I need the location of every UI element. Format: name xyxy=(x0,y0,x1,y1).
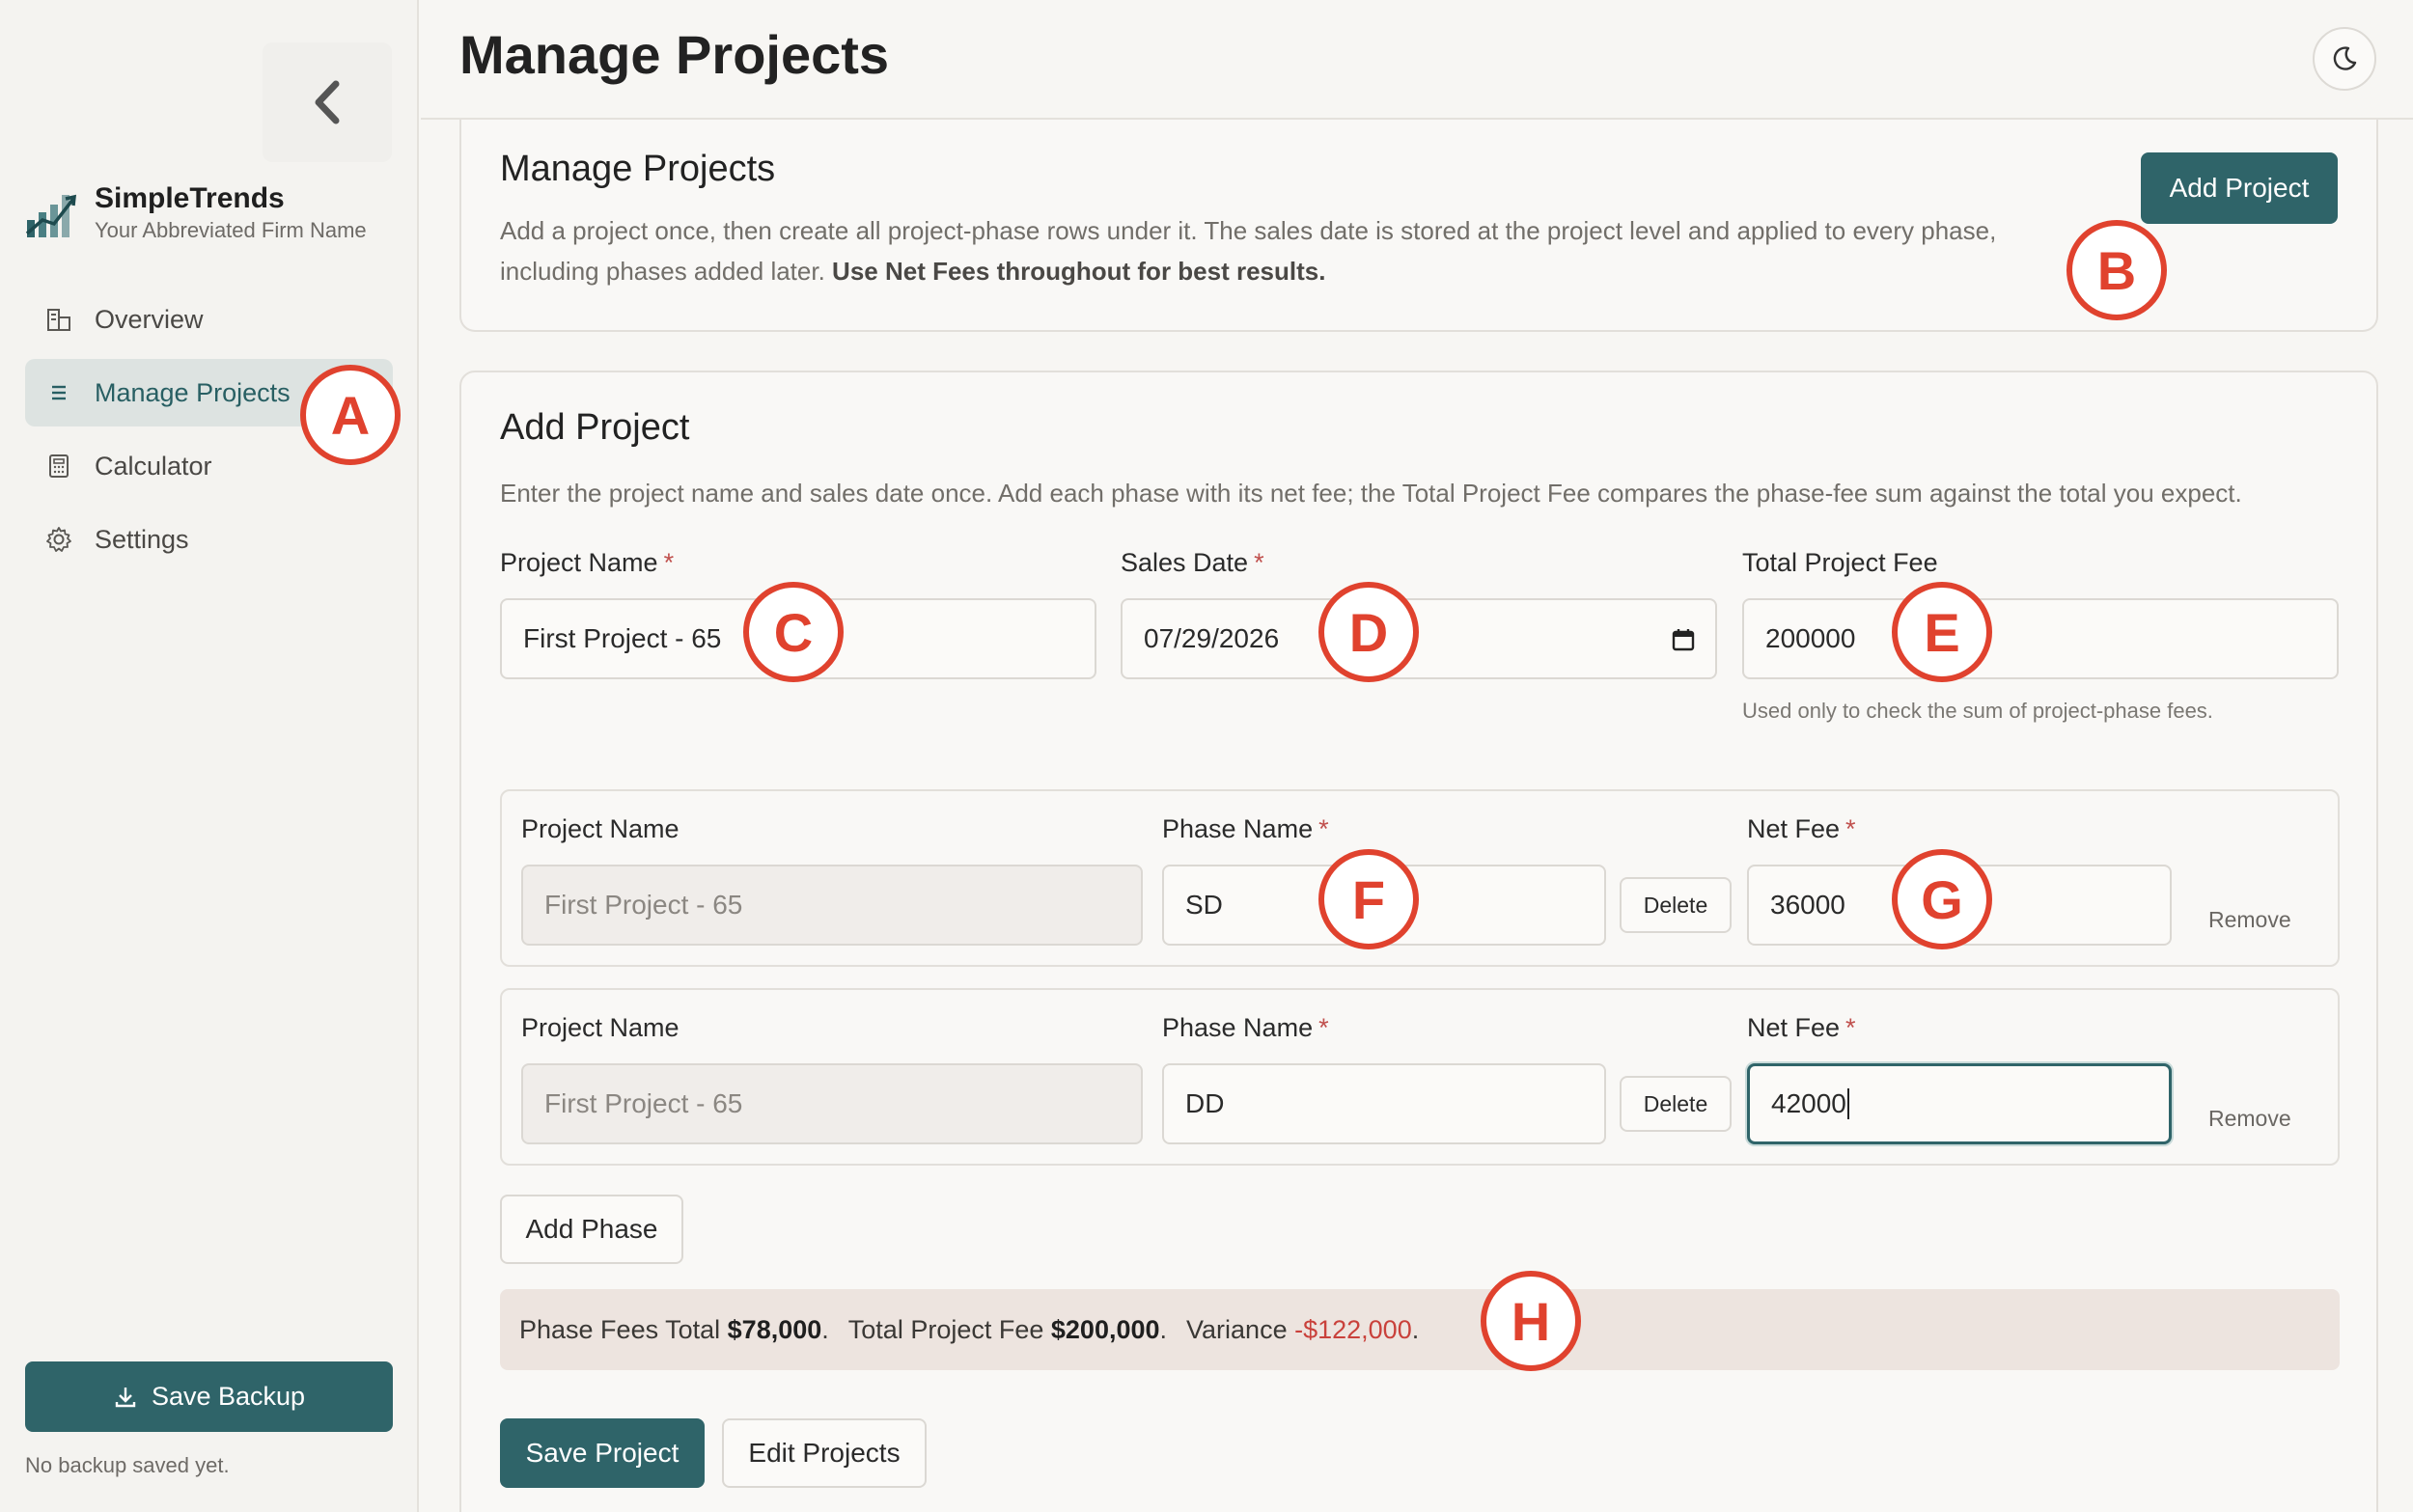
phase-row: Project Name First Project - 65 Phase Na… xyxy=(500,789,2340,967)
total-fee-hint: Used only to check the sum of project-ph… xyxy=(1742,699,2213,723)
list-icon xyxy=(44,378,73,407)
text-cursor xyxy=(1846,1088,1849,1119)
intro-card-description: Add a project once, then create all proj… xyxy=(500,216,1997,286)
annotation-marker-f: F xyxy=(1318,849,1419,949)
phase-name-label: Phase Name * xyxy=(1162,1013,1329,1042)
sales-date-input[interactable]: 07/29/2026 xyxy=(1121,598,1717,679)
theme-toggle-button[interactable] xyxy=(2313,27,2376,91)
phase-project-name-label: Project Name xyxy=(521,814,680,843)
annotation-marker-e: E xyxy=(1892,582,1992,682)
annotation-marker-g: G xyxy=(1892,849,1992,949)
brand: SimpleTrends Your Abbreviated Firm Name xyxy=(25,181,367,245)
download-icon xyxy=(115,1387,136,1407)
chevron-left-icon xyxy=(315,80,340,124)
phase-name-label: Phase Name * xyxy=(1162,814,1329,843)
net-fee-label: Net Fee * xyxy=(1747,1013,1856,1042)
remove-phase-link[interactable]: Remove xyxy=(2208,1106,2291,1132)
brand-logo-icon xyxy=(25,194,77,237)
sidebar-item-label: Manage Projects xyxy=(95,377,291,407)
add-project-title: Add Project xyxy=(500,407,690,448)
net-fee-label: Net Fee * xyxy=(1747,814,1856,843)
add-project-card: Add Project Enter the project name and s… xyxy=(459,371,2378,1512)
intro-card-title: Manage Projects xyxy=(500,149,776,189)
sidebar-item-overview[interactable]: Overview xyxy=(25,286,393,353)
save-backup-label: Save Backup xyxy=(151,1382,306,1411)
page-header: Manage Projects xyxy=(421,0,2413,120)
annotation-marker-c: C xyxy=(743,582,844,682)
phase-project-name-label: Project Name xyxy=(521,1013,680,1042)
gear-icon xyxy=(44,525,73,554)
delete-phase-button[interactable]: Delete xyxy=(1620,1076,1732,1132)
sidebar: SimpleTrends Your Abbreviated Firm Name … xyxy=(0,0,419,1512)
project-name-label: Project Name * xyxy=(500,548,675,577)
phase-project-name-input: First Project - 65 xyxy=(521,865,1143,946)
annotation-marker-b: B xyxy=(2066,220,2167,320)
sidebar-item-settings[interactable]: Settings xyxy=(25,506,393,573)
total-project-fee-label: Total Project Fee xyxy=(1742,548,1938,577)
sidebar-item-label: Overview xyxy=(95,304,204,334)
add-project-button[interactable]: Add Project xyxy=(2141,152,2338,224)
delete-phase-button[interactable]: Delete xyxy=(1620,877,1732,933)
sidebar-item-label: Settings xyxy=(95,524,189,554)
calendar-icon[interactable] xyxy=(1671,627,1696,652)
phase-row: Project Name First Project - 65 Phase Na… xyxy=(500,988,2340,1166)
annotation-marker-h: H xyxy=(1481,1271,1581,1371)
backup-status-text: No backup saved yet. xyxy=(25,1453,230,1477)
phase-project-name-input: First Project - 65 xyxy=(521,1063,1143,1144)
add-project-description: Enter the project name and sales date on… xyxy=(500,479,2242,508)
add-phase-button[interactable]: Add Phase xyxy=(500,1195,683,1264)
total-project-fee-input[interactable]: 200000 xyxy=(1742,598,2339,679)
calculator-icon xyxy=(44,452,73,481)
edit-projects-button[interactable]: Edit Projects xyxy=(722,1418,927,1488)
net-fee-input[interactable]: 42000 xyxy=(1747,1063,2172,1144)
save-backup-button[interactable]: Save Backup xyxy=(25,1361,393,1432)
annotation-marker-d: D xyxy=(1318,582,1419,682)
firm-name: Your Abbreviated Firm Name xyxy=(95,218,367,242)
fee-summary: Phase Fees Total $78,000. Total Project … xyxy=(500,1289,2340,1370)
save-project-button[interactable]: Save Project xyxy=(500,1418,705,1488)
brand-name: SimpleTrends xyxy=(95,182,285,214)
phase-name-input[interactable]: DD xyxy=(1162,1063,1606,1144)
sales-date-label: Sales Date * xyxy=(1121,548,1264,577)
app-root: SimpleTrends Your Abbreviated Firm Name … xyxy=(0,0,2413,1512)
variance-value: -$122,000 xyxy=(1294,1314,1412,1344)
moon-icon xyxy=(2333,46,2357,70)
page-title: Manage Projects xyxy=(459,24,890,85)
remove-phase-link[interactable]: Remove xyxy=(2208,907,2291,933)
sidebar-item-label: Calculator xyxy=(95,451,212,481)
building-icon xyxy=(44,305,73,334)
collapse-sidebar-button[interactable] xyxy=(263,42,392,162)
annotation-marker-a: A xyxy=(300,365,401,465)
